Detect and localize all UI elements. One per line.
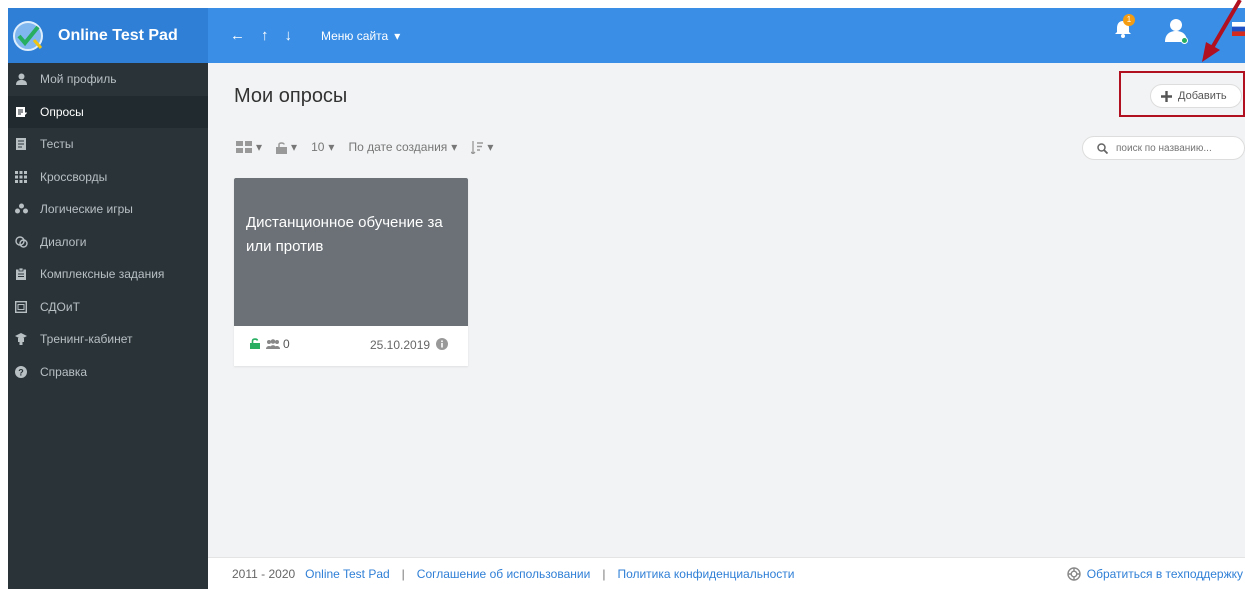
- main-content: Мои опросы Добавить ▾ ▾ 10 ▾ По дате соз…: [208, 63, 1245, 557]
- page-size-dropdown[interactable]: 10 ▾: [311, 140, 334, 154]
- sidebar-item-label: Логические игры: [40, 202, 133, 217]
- participants-count: 0: [283, 337, 290, 351]
- search-icon: [1097, 142, 1108, 154]
- lifebuoy-icon: [1067, 567, 1081, 581]
- users-icon: [266, 339, 280, 349]
- chevron-down-icon: ▾: [256, 140, 263, 154]
- user-icon: [14, 72, 28, 86]
- clipboard-icon: [14, 267, 28, 281]
- footer-privacy-link[interactable]: Политика конфиденциальности: [617, 567, 794, 581]
- footer-separator: |: [602, 566, 606, 581]
- chevron-down-icon: ▾: [291, 140, 298, 154]
- sidebar-item-dialogs[interactable]: Диалоги: [8, 226, 208, 259]
- add-button-label: Добавить: [1178, 90, 1227, 102]
- sidebar-item-polls[interactable]: Опросы: [8, 95, 208, 128]
- sidebar-item-label: Диалоги: [40, 234, 87, 249]
- sidebar-item-label: Кроссворды: [40, 169, 108, 184]
- footer-years: 2011 - 2020: [232, 566, 296, 581]
- sidebar-item-help[interactable]: ? Справка: [8, 356, 208, 389]
- view-mode-dropdown[interactable]: ▾: [236, 140, 262, 154]
- support-link-label: Обратиться в техподдержку: [1086, 567, 1243, 581]
- poll-icon: [14, 105, 28, 119]
- nav-arrows: ← ↑ ↓: [230, 8, 292, 63]
- footer: 2011 - 2020 Online Test Pad | Соглашение…: [208, 557, 1245, 589]
- sort-order-icon: [471, 140, 484, 154]
- unlock-icon: [250, 338, 260, 349]
- chevron-down-icon: ▾: [487, 140, 494, 154]
- sort-order-dropdown[interactable]: ▾: [471, 140, 493, 154]
- sidebar-item-label: Тесты: [40, 137, 74, 152]
- add-button[interactable]: Добавить: [1150, 84, 1242, 108]
- site-menu-label: Меню сайта: [321, 28, 389, 43]
- svg-text:?: ?: [18, 367, 24, 377]
- sidebar-item-sdoit[interactable]: СДОиТ: [8, 291, 208, 324]
- poll-card-title: Дистанционное обучение за или против: [246, 214, 443, 255]
- notification-badge: 1: [1123, 14, 1135, 26]
- poll-card-date: 25.10.2019: [370, 338, 431, 352]
- chevron-down-icon: ▾: [328, 140, 335, 154]
- logo-icon: [8, 16, 48, 56]
- poll-card[interactable]: Дистанционное обучение за или против 0 2…: [234, 178, 468, 366]
- site-menu-dropdown[interactable]: Меню сайта ▾: [321, 8, 400, 63]
- brand[interactable]: Online Test Pad: [8, 8, 208, 63]
- sidebar-item-complex-tasks[interactable]: Комплексные задания: [8, 258, 208, 291]
- chevron-down-icon: ▾: [394, 28, 401, 43]
- annotation-arrow: [1202, 0, 1242, 62]
- list-toolbar: ▾ ▾ 10 ▾ По дате создания ▾ ▾: [236, 138, 493, 156]
- access-filter-dropdown[interactable]: ▾: [276, 140, 297, 154]
- puzzle-icon: [14, 202, 28, 216]
- top-bar: Online Test Pad ← ↑ ↓ Меню сайта ▾: [8, 8, 1245, 63]
- brand-name: Online Test Pad: [58, 26, 178, 44]
- poll-card-footer: 0 25.10.2019: [234, 326, 468, 366]
- sidebar-item-label: Опросы: [40, 104, 84, 119]
- footer-brand-link[interactable]: Online Test Pad: [305, 567, 390, 581]
- chevron-down-icon: ▾: [451, 140, 458, 154]
- sidebar-item-label: Справка: [40, 364, 88, 379]
- footer-terms-link[interactable]: Соглашение об использовании: [417, 567, 591, 581]
- footer-separator: |: [401, 566, 405, 581]
- sort-label: По дате создания: [348, 140, 448, 154]
- up-arrow-icon[interactable]: ↑: [261, 27, 269, 44]
- search-box: [1082, 136, 1245, 160]
- test-icon: [14, 137, 28, 151]
- down-arrow-icon[interactable]: ↓: [285, 27, 293, 44]
- sidebar-item-label: Мой профиль: [40, 72, 117, 87]
- search-input[interactable]: [1116, 142, 1236, 154]
- tiles-icon: [236, 141, 252, 153]
- poll-card-cover: Дистанционное обучение за или против: [234, 178, 468, 326]
- plus-icon: [1161, 90, 1172, 102]
- page-title: Мои опросы: [234, 85, 348, 107]
- info-icon[interactable]: [436, 338, 448, 350]
- help-icon: ?: [14, 365, 28, 379]
- participants: 0: [266, 337, 290, 351]
- graduation-icon: [14, 332, 28, 346]
- sidebar-item-tests[interactable]: Тесты: [8, 128, 208, 161]
- sidebar-item-label: СДОиТ: [40, 299, 80, 314]
- sidebar-item-training-room[interactable]: Тренинг-кабинет: [8, 323, 208, 356]
- calendar-icon: [14, 300, 28, 314]
- support-link[interactable]: Обратиться в техподдержку: [1067, 558, 1243, 589]
- back-arrow-icon[interactable]: ←: [230, 27, 245, 44]
- sidebar-item-crosswords[interactable]: Кроссворды: [8, 161, 208, 194]
- sidebar-item-label: Комплексные задания: [40, 267, 165, 282]
- document-text-strip: [0, 0, 1245, 8]
- online-status-dot: [1181, 37, 1188, 44]
- page-size-value: 10: [311, 140, 325, 154]
- sidebar-item-profile[interactable]: Мой профиль: [8, 63, 208, 96]
- dialog-icon: [14, 235, 28, 249]
- add-button-highlight: Добавить: [1119, 71, 1245, 117]
- lock-icon: [276, 141, 288, 154]
- sidebar-item-label: Тренинг-кабинет: [40, 332, 133, 347]
- sort-dropdown[interactable]: По дате создания ▾: [348, 140, 457, 154]
- grid-icon: [14, 170, 28, 184]
- sidebar-item-logic-games[interactable]: Логические игры: [8, 193, 208, 226]
- sidebar: Мой профиль Опросы Тесты Кроссворды Логи…: [8, 63, 208, 589]
